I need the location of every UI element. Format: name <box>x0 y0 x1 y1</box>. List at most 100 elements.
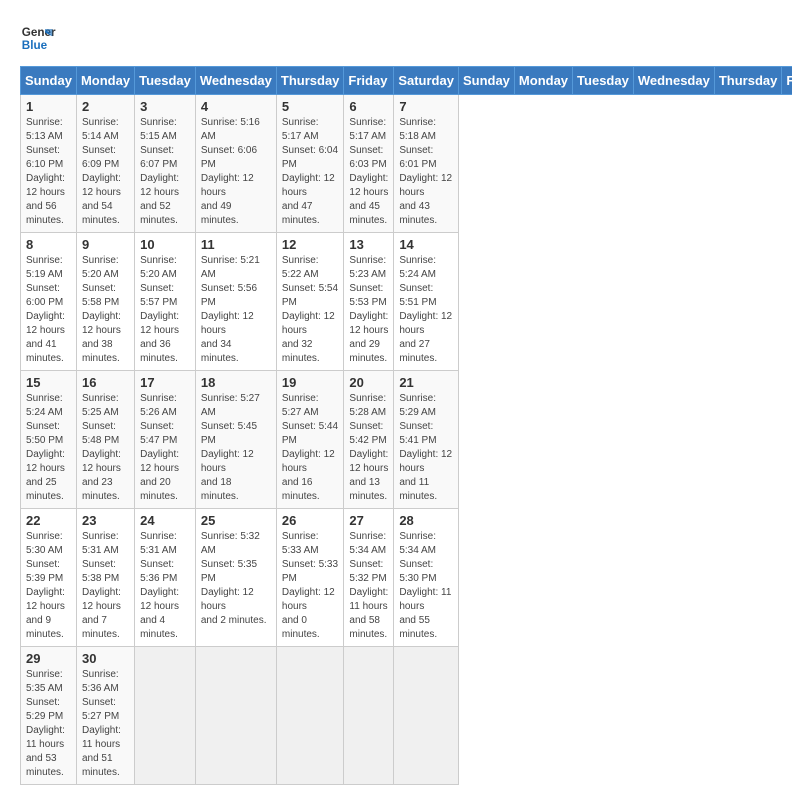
calendar-cell <box>394 647 459 785</box>
day-number: 12 <box>282 237 339 252</box>
logo-icon: General Blue <box>20 20 56 56</box>
day-number: 16 <box>82 375 129 390</box>
day-number: 10 <box>140 237 190 252</box>
calendar-cell: 3 Sunrise: 5:15 AM Sunset: 6:07 PM Daylig… <box>135 95 196 233</box>
day-info: Sunrise: 5:26 AM Sunset: 5:47 PM Dayligh… <box>140 392 190 504</box>
day-info: Sunrise: 5:25 AM Sunset: 5:48 PM Dayligh… <box>82 392 129 504</box>
calendar-cell <box>195 647 276 785</box>
day-number: 7 <box>399 99 453 114</box>
day-number: 2 <box>82 99 129 114</box>
day-number: 21 <box>399 375 453 390</box>
calendar-cell: 7 Sunrise: 5:18 AM Sunset: 6:01 PM Daylig… <box>394 95 459 233</box>
header-thursday: Thursday <box>276 67 344 95</box>
day-info: Sunrise: 5:20 AM Sunset: 5:58 PM Dayligh… <box>82 254 129 366</box>
day-number: 29 <box>26 651 71 666</box>
day-number: 26 <box>282 513 339 528</box>
header-monday: Monday <box>76 67 134 95</box>
calendar-week-row: 22 Sunrise: 5:30 AM Sunset: 5:39 PM Dayli… <box>21 509 792 647</box>
calendar-cell: 6Sunrise: 5:17 AM Sunset: 6:03 PM Daylig… <box>344 95 394 233</box>
calendar-cell: 28Sunrise: 5:34 AM Sunset: 5:30 PM Dayli… <box>394 509 459 647</box>
calendar-cell: 4Sunrise: 5:16 AM Sunset: 6:06 PM Daylig… <box>195 95 276 233</box>
calendar-cell: 25Sunrise: 5:32 AM Sunset: 5:35 PM Dayli… <box>195 509 276 647</box>
header-sunday: Sunday <box>458 67 514 95</box>
calendar-cell: 15Sunrise: 5:24 AM Sunset: 5:50 PM Dayli… <box>21 371 77 509</box>
calendar-cell: 10 Sunrise: 5:20 AM Sunset: 5:57 PM Dayli… <box>135 233 196 371</box>
header-wednesday: Wednesday <box>633 67 714 95</box>
day-info: Sunrise: 5:21 AM Sunset: 5:56 PM Dayligh… <box>201 254 271 366</box>
day-number: 3 <box>140 99 190 114</box>
day-number: 23 <box>82 513 129 528</box>
calendar-cell <box>344 647 394 785</box>
calendar-cell: 1 Sunrise: 5:13 AM Sunset: 6:10 PM Daylig… <box>21 95 77 233</box>
svg-text:Blue: Blue <box>22 39 48 52</box>
calendar-cell: 16 Sunrise: 5:25 AM Sunset: 5:48 PM Dayli… <box>76 371 134 509</box>
calendar-cell: 27Sunrise: 5:34 AM Sunset: 5:32 PM Dayli… <box>344 509 394 647</box>
header-friday: Friday <box>782 67 792 95</box>
day-info: Sunrise: 5:24 AM Sunset: 5:51 PM Dayligh… <box>399 254 453 366</box>
day-number: 30 <box>82 651 129 666</box>
day-info: Sunrise: 5:28 AM Sunset: 5:42 PM Dayligh… <box>349 392 388 504</box>
calendar-week-row: 8 Sunrise: 5:19 AM Sunset: 6:00 PM Daylig… <box>21 233 792 371</box>
calendar-cell: 20 Sunrise: 5:28 AM Sunset: 5:42 PM Dayli… <box>344 371 394 509</box>
day-number: 1 <box>26 99 71 114</box>
day-info: Sunrise: 5:14 AM Sunset: 6:09 PM Dayligh… <box>82 116 129 228</box>
header-sunday: Sunday <box>21 67 77 95</box>
calendar-cell: 2 Sunrise: 5:14 AM Sunset: 6:09 PM Daylig… <box>76 95 134 233</box>
day-info: Sunrise: 5:23 AM Sunset: 5:53 PM Dayligh… <box>349 254 388 366</box>
calendar-cell: 5Sunrise: 5:17 AM Sunset: 6:04 PM Daylig… <box>276 95 344 233</box>
calendar-header-row: SundayMondayTuesdayWednesdayThursdayFrid… <box>21 67 792 95</box>
calendar-cell: 14Sunrise: 5:24 AM Sunset: 5:51 PM Dayli… <box>394 233 459 371</box>
calendar-cell: 13 Sunrise: 5:23 AM Sunset: 5:53 PM Dayli… <box>344 233 394 371</box>
header: General Blue <box>20 20 772 56</box>
day-info: Sunrise: 5:20 AM Sunset: 5:57 PM Dayligh… <box>140 254 190 366</box>
calendar-week-row: 29 Sunrise: 5:35 AM Sunset: 5:29 PM Dayli… <box>21 647 792 785</box>
day-info: Sunrise: 5:33 AM Sunset: 5:33 PM Dayligh… <box>282 530 339 642</box>
day-number: 18 <box>201 375 271 390</box>
day-number: 4 <box>201 99 271 114</box>
calendar-cell: 30Sunrise: 5:36 AM Sunset: 5:27 PM Dayli… <box>76 647 134 785</box>
day-info: Sunrise: 5:35 AM Sunset: 5:29 PM Dayligh… <box>26 668 71 780</box>
header-wednesday: Wednesday <box>195 67 276 95</box>
header-tuesday: Tuesday <box>573 67 634 95</box>
day-info: Sunrise: 5:15 AM Sunset: 6:07 PM Dayligh… <box>140 116 190 228</box>
calendar-cell: 11 Sunrise: 5:21 AM Sunset: 5:56 PM Dayli… <box>195 233 276 371</box>
day-number: 11 <box>201 237 271 252</box>
day-info: Sunrise: 5:34 AM Sunset: 5:30 PM Dayligh… <box>399 530 453 642</box>
day-number: 24 <box>140 513 190 528</box>
day-info: Sunrise: 5:27 AM Sunset: 5:45 PM Dayligh… <box>201 392 271 504</box>
day-info: Sunrise: 5:34 AM Sunset: 5:32 PM Dayligh… <box>349 530 388 642</box>
header-monday: Monday <box>514 67 572 95</box>
day-info: Sunrise: 5:30 AM Sunset: 5:39 PM Dayligh… <box>26 530 71 642</box>
day-number: 22 <box>26 513 71 528</box>
header-friday: Friday <box>344 67 394 95</box>
day-info: Sunrise: 5:17 AM Sunset: 6:03 PM Dayligh… <box>349 116 388 228</box>
day-number: 25 <box>201 513 271 528</box>
logo: General Blue <box>20 20 62 56</box>
header-saturday: Saturday <box>394 67 459 95</box>
calendar-cell: 18 Sunrise: 5:27 AM Sunset: 5:45 PM Dayli… <box>195 371 276 509</box>
calendar-cell <box>135 647 196 785</box>
day-info: Sunrise: 5:27 AM Sunset: 5:44 PM Dayligh… <box>282 392 339 504</box>
header-tuesday: Tuesday <box>135 67 196 95</box>
day-info: Sunrise: 5:31 AM Sunset: 5:38 PM Dayligh… <box>82 530 129 642</box>
calendar-week-row: 1 Sunrise: 5:13 AM Sunset: 6:10 PM Daylig… <box>21 95 792 233</box>
calendar-table: SundayMondayTuesdayWednesdayThursdayFrid… <box>20 66 792 785</box>
calendar-cell: 17 Sunrise: 5:26 AM Sunset: 5:47 PM Dayli… <box>135 371 196 509</box>
calendar-cell: 19 Sunrise: 5:27 AM Sunset: 5:44 PM Dayli… <box>276 371 344 509</box>
day-number: 17 <box>140 375 190 390</box>
calendar-cell: 9 Sunrise: 5:20 AM Sunset: 5:58 PM Daylig… <box>76 233 134 371</box>
day-number: 19 <box>282 375 339 390</box>
calendar-cell: 12 Sunrise: 5:22 AM Sunset: 5:54 PM Dayli… <box>276 233 344 371</box>
day-info: Sunrise: 5:18 AM Sunset: 6:01 PM Dayligh… <box>399 116 453 228</box>
day-info: Sunrise: 5:29 AM Sunset: 5:41 PM Dayligh… <box>399 392 453 504</box>
day-number: 8 <box>26 237 71 252</box>
day-number: 20 <box>349 375 388 390</box>
day-number: 5 <box>282 99 339 114</box>
calendar-cell: 22 Sunrise: 5:30 AM Sunset: 5:39 PM Dayli… <box>21 509 77 647</box>
day-info: Sunrise: 5:22 AM Sunset: 5:54 PM Dayligh… <box>282 254 339 366</box>
day-number: 9 <box>82 237 129 252</box>
day-info: Sunrise: 5:19 AM Sunset: 6:00 PM Dayligh… <box>26 254 71 366</box>
day-info: Sunrise: 5:13 AM Sunset: 6:10 PM Dayligh… <box>26 116 71 228</box>
day-number: 13 <box>349 237 388 252</box>
day-number: 15 <box>26 375 71 390</box>
